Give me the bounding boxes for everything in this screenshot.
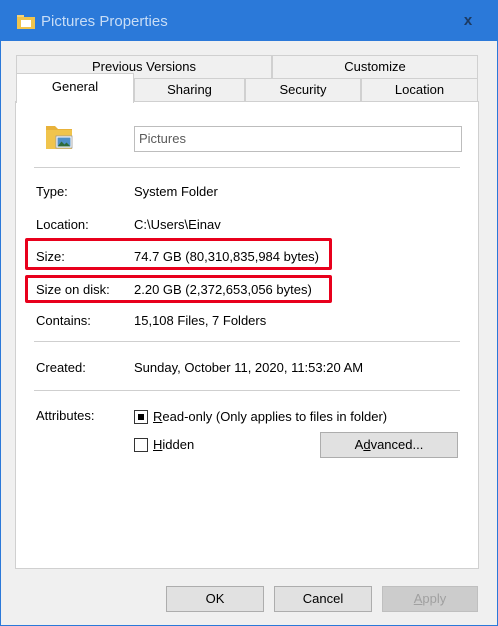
type-label: Type:	[36, 184, 68, 199]
divider	[34, 341, 460, 342]
close-icon[interactable]: x	[453, 9, 483, 33]
readonly-label[interactable]: Read-only (Only applies to files in fold…	[153, 409, 387, 424]
ok-button[interactable]: OK	[166, 586, 264, 612]
size-label: Size:	[36, 249, 65, 264]
created-label: Created:	[36, 360, 86, 375]
tab-general[interactable]: General	[16, 73, 134, 103]
title-bar[interactable]: Pictures Properties x	[1, 1, 497, 41]
divider	[34, 390, 460, 391]
size-on-disk-value: 2.20 GB (2,372,653,056 bytes)	[134, 282, 312, 297]
contains-label: Contains:	[36, 313, 91, 328]
contains-value: 15,108 Files, 7 Folders	[134, 313, 267, 328]
general-tab-panel: Pictures Type: System Folder Location: C…	[15, 101, 479, 569]
hidden-checkbox[interactable]	[134, 438, 148, 452]
advanced-button[interactable]: Advanced...	[320, 432, 458, 458]
window-title: Pictures Properties	[41, 13, 168, 30]
folder-name-input[interactable]: Pictures	[134, 126, 462, 152]
type-value: System Folder	[134, 184, 218, 199]
readonly-checkbox[interactable]	[134, 410, 148, 424]
size-on-disk-label: Size on disk:	[36, 282, 110, 297]
indeterminate-mark	[138, 414, 144, 420]
pictures-folder-icon	[46, 126, 73, 149]
cancel-button[interactable]: Cancel	[274, 586, 372, 612]
folder-icon	[17, 15, 35, 29]
location-value: C:\Users\Einav	[134, 217, 221, 232]
tab-sharing[interactable]: Sharing	[134, 78, 245, 102]
properties-window: Pictures Properties x Previous Versions …	[0, 0, 498, 626]
apply-button[interactable]: Apply	[382, 586, 478, 612]
tab-security[interactable]: Security	[245, 78, 361, 102]
size-value: 74.7 GB (80,310,835,984 bytes)	[134, 249, 320, 264]
hidden-label[interactable]: Hidden	[153, 437, 194, 452]
tab-customize[interactable]: Customize	[272, 55, 478, 79]
tab-location[interactable]: Location	[361, 78, 478, 102]
created-value: Sunday, October 11, 2020, 11:53:20 AM	[134, 360, 364, 375]
attributes-label: Attributes:	[36, 408, 95, 423]
location-label: Location:	[36, 217, 89, 232]
divider	[34, 167, 460, 168]
